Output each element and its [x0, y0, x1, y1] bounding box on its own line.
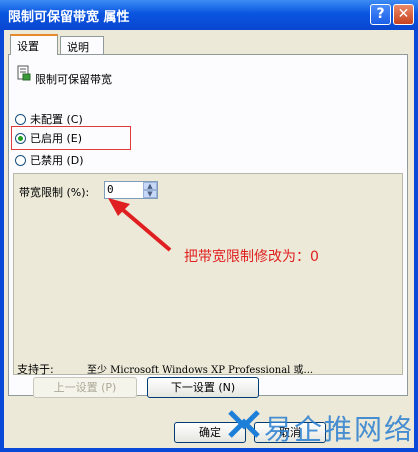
options-group: 带宽限制 (%): 0 ▲ ▼ 把带宽限制修改为：0 — [13, 173, 403, 375]
option-label: 已启用 (E) — [30, 132, 83, 145]
option-not-configured[interactable]: 未配置 (C) — [15, 111, 83, 127]
supported-value: 至少 Microsoft Windows XP Professional 或..… — [87, 365, 314, 376]
annotation-arrow — [108, 198, 172, 252]
watermark-text: 易企推网络 — [264, 413, 415, 446]
tab-settings[interactable]: 设置 — [10, 34, 58, 55]
watermark: 易企推网络 — [226, 404, 414, 446]
policy-name: 限制可保留带宽 — [35, 73, 112, 86]
title-bar[interactable]: 限制可保留带宽 属性 ? ✕ — [0, 0, 418, 30]
radio-enabled[interactable] — [15, 132, 26, 144]
annotation-text: 把带宽限制修改为：0 — [184, 249, 319, 265]
properties-window: 限制可保留带宽 属性 ? ✕ 设置 说明 限制可保留带宽 未配置 (C) 已启用… — [0, 0, 418, 452]
option-label: 未配置 (C) — [30, 113, 83, 126]
help-button[interactable]: ? — [370, 4, 391, 25]
option-enabled[interactable]: 已启用 (E) — [15, 130, 82, 146]
radio-not-configured[interactable] — [15, 113, 26, 125]
close-button[interactable]: ✕ — [393, 4, 414, 25]
bandwidth-value[interactable]: 0 — [107, 183, 114, 196]
next-setting-button[interactable]: 下一设置 (N) — [147, 377, 259, 398]
dialog-client: 设置 说明 限制可保留带宽 未配置 (C) 已启用 (E) 已禁用 (D) 带宽… — [4, 30, 414, 448]
policy-icon — [17, 65, 31, 81]
radio-disabled[interactable] — [15, 154, 26, 166]
prev-setting-button[interactable]: 上一设置 (P) — [33, 377, 137, 398]
window-title: 限制可保留带宽 属性 — [8, 10, 130, 25]
supported-label: 支持于: — [17, 363, 54, 376]
option-label: 已禁用 (D) — [30, 154, 84, 167]
spin-up-icon[interactable]: ▲ — [143, 182, 157, 190]
bandwidth-label: 带宽限制 (%): — [19, 186, 90, 199]
option-disabled[interactable]: 已禁用 (D) — [15, 152, 84, 168]
tab-description[interactable]: 说明 — [60, 36, 104, 54]
watermark-logo-icon — [228, 410, 260, 438]
settings-panel: 限制可保留带宽 未配置 (C) 已启用 (E) 已禁用 (D) 带宽限制 (%)… — [8, 54, 408, 398]
